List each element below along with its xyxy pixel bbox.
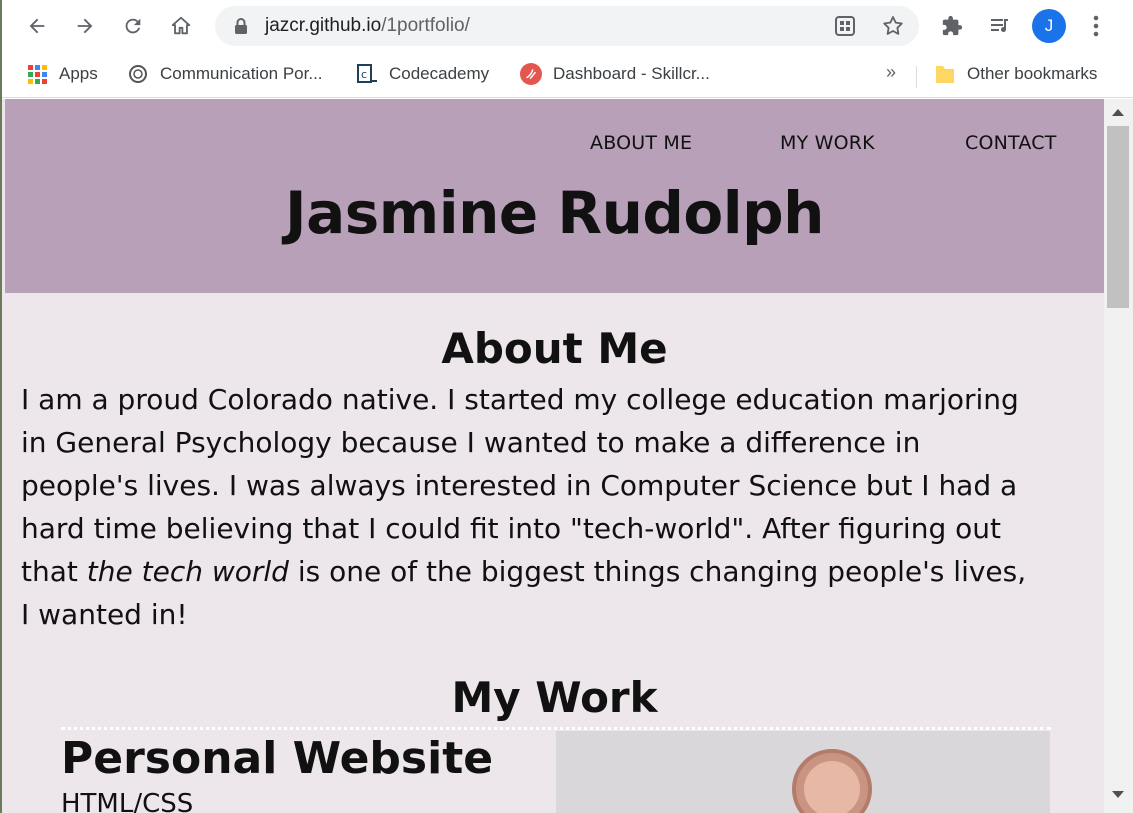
page-viewport: ABOUT ME MY WORK CONTACT Jasmine Rudolph… — [2, 99, 1133, 813]
codecademy-icon: c — [356, 63, 378, 85]
project-image[interactable] — [556, 731, 1050, 813]
scrollbar-thumb[interactable] — [1107, 126, 1129, 308]
home-icon — [171, 16, 191, 35]
menu-button[interactable] — [1080, 10, 1112, 42]
nav-link-my-work[interactable]: MY WORK — [780, 132, 875, 154]
profile-avatar[interactable]: J — [1032, 9, 1066, 43]
qr-code-icon[interactable] — [833, 14, 857, 38]
bookmark-skillcrush[interactable]: Dashboard - Skillcr... — [520, 62, 710, 86]
home-button[interactable] — [165, 10, 197, 42]
bookmarks-divider — [916, 66, 917, 88]
folder-icon — [934, 63, 956, 85]
bookmark-label: Apps — [59, 64, 98, 83]
apps-grid-icon — [26, 63, 48, 85]
skillcrush-icon — [520, 63, 542, 85]
about-heading: About Me — [441, 324, 668, 373]
clock-icon — [792, 749, 872, 813]
bookmark-star-icon[interactable] — [881, 14, 905, 38]
bookmark-label: Communication Por... — [160, 64, 323, 83]
nav-link-contact[interactable]: CONTACT — [965, 132, 1057, 154]
profile-initial: J — [1044, 16, 1054, 35]
media-control-button[interactable] — [984, 10, 1016, 42]
lock-icon — [235, 18, 247, 34]
kebab-menu-icon — [1093, 15, 1099, 37]
svg-text:c: c — [361, 68, 367, 81]
reload-icon — [125, 18, 141, 34]
bookmark-label: Other bookmarks — [967, 64, 1098, 83]
back-button[interactable] — [21, 10, 53, 42]
url-text: jazcr.github.io/1portfolio/ — [265, 15, 470, 36]
bookmark-other-folder[interactable]: Other bookmarks — [934, 62, 1097, 86]
bookmark-label: Dashboard - Skillcr... — [553, 64, 710, 83]
back-arrow-icon — [29, 18, 45, 34]
reload-button[interactable] — [117, 10, 149, 42]
portfolio-page: ABOUT ME MY WORK CONTACT Jasmine Rudolph… — [5, 99, 1104, 813]
section-divider — [61, 727, 1051, 730]
swirl-icon — [127, 63, 149, 85]
bookmarks-overflow-button[interactable]: » — [886, 62, 896, 83]
browser-toolbar: jazcr.github.io/1portfolio/ J — [2, 0, 1133, 52]
vertical-scrollbar[interactable] — [1104, 99, 1133, 813]
bookmarks-bar: Apps Communication Por... c Codecademy D… — [2, 52, 1133, 98]
nav-link-about-me[interactable]: ABOUT ME — [590, 132, 692, 154]
project-title: Personal Website — [61, 733, 494, 784]
site-title: Jasmine Rudolph — [285, 179, 824, 247]
scroll-down-arrow-icon[interactable] — [1112, 791, 1124, 798]
project-subtitle: HTML/CSS — [61, 789, 194, 813]
puzzle-icon — [942, 15, 963, 36]
bookmark-communication-portal[interactable]: Communication Por... — [127, 62, 323, 86]
playlist-icon — [991, 19, 1008, 33]
extensions-button[interactable] — [936, 10, 968, 42]
forward-arrow-icon — [77, 18, 93, 34]
about-paragraph: I am a proud Colorado native. I started … — [21, 383, 1027, 631]
site-header: ABOUT ME MY WORK CONTACT Jasmine Rudolph — [5, 99, 1104, 293]
address-bar[interactable]: jazcr.github.io/1portfolio/ — [215, 6, 919, 46]
browser-window: jazcr.github.io/1portfolio/ J Apps Commu… — [2, 0, 1133, 813]
bookmark-label: Codecademy — [389, 64, 490, 83]
work-heading: My Work — [451, 673, 658, 722]
scroll-up-arrow-icon[interactable] — [1112, 109, 1124, 116]
bookmark-codecademy[interactable]: c Codecademy — [356, 62, 489, 86]
forward-button[interactable] — [69, 10, 101, 42]
bookmark-apps[interactable]: Apps — [26, 62, 98, 86]
